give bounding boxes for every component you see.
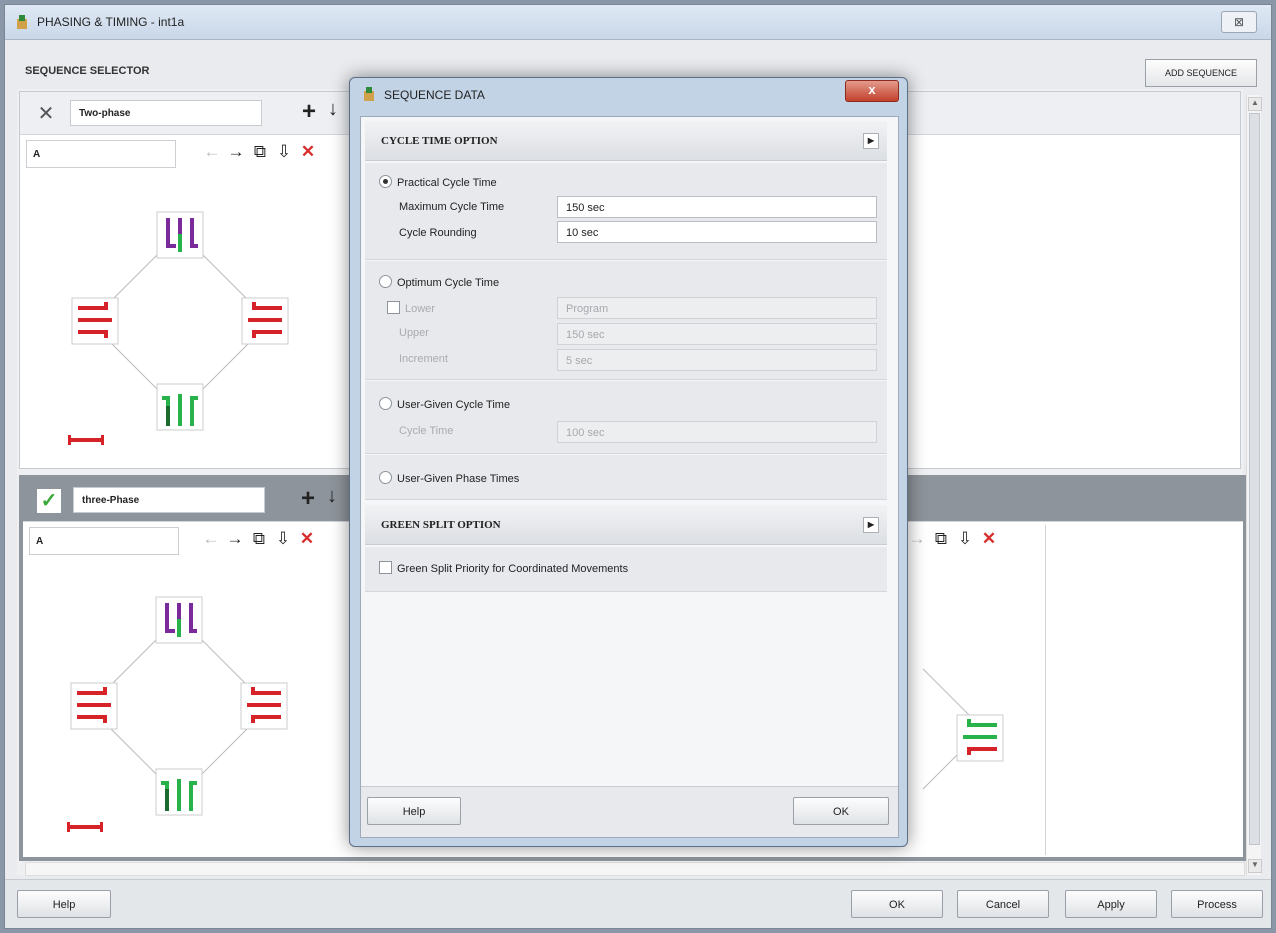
practical-cycle-option[interactable]: Practical Cycle Time: [379, 175, 497, 189]
ok-button[interactable]: OK: [851, 890, 943, 918]
user-given-phase-radio[interactable]: [379, 471, 392, 484]
user-given-cycle-radio[interactable]: [379, 397, 392, 410]
user-given-phase-group: User-Given Phase Times: [365, 455, 887, 500]
increment-input: 5 sec: [557, 349, 877, 371]
optimum-cycle-option[interactable]: Optimum Cycle Time: [379, 275, 499, 289]
optimum-cycle-label: Optimum Cycle Time: [397, 277, 500, 289]
expand-arrow-icon[interactable]: ▶: [863, 517, 879, 533]
cycle-time-label: Cycle Time: [399, 425, 454, 437]
add-phase-icon[interactable]: +: [301, 485, 315, 513]
green-split-priority-label: Green Split Priority for Coordinated Mov…: [397, 563, 629, 575]
increment-label: Increment: [399, 353, 448, 365]
add-sequence-button[interactable]: ADD SEQUENCE: [1145, 59, 1257, 87]
process-button[interactable]: Process: [1171, 890, 1263, 918]
delete-icon[interactable]: ✕: [295, 529, 319, 549]
optimum-cycle-radio[interactable]: [379, 275, 392, 288]
phase-toolbar: ← → ⧉ ⇩ ✕: [199, 529, 319, 549]
green-split-group: Green Split Priority for Coordinated Mov…: [365, 547, 887, 592]
practical-cycle-radio[interactable]: [379, 175, 392, 188]
cycle-time-input: 100 sec: [557, 421, 877, 443]
expand-arrow-icon[interactable]: ▶: [863, 133, 879, 149]
copy-icon[interactable]: ⧉: [248, 142, 272, 162]
dialog-close-button[interactable]: x: [845, 80, 899, 102]
move-down-icon[interactable]: ↓: [327, 485, 337, 508]
app-icon: [364, 87, 374, 101]
scroll-down-icon[interactable]: ▼: [1248, 859, 1262, 873]
add-phase-icon[interactable]: +: [302, 98, 316, 126]
sequence-name-input[interactable]: three-Phase: [73, 487, 265, 513]
cancel-button[interactable]: Cancel: [957, 890, 1049, 918]
max-cycle-label: Maximum Cycle Time: [399, 201, 505, 213]
practical-cycle-label: Practical Cycle Time: [397, 177, 497, 189]
upper-label: Upper: [399, 327, 429, 339]
check-icon[interactable]: ✓: [37, 489, 61, 513]
user-given-cycle-label: User-Given Cycle Time: [397, 399, 511, 411]
title-bar: PHASING & TIMING - int1a ⊠: [5, 5, 1271, 40]
apply-button[interactable]: Apply: [1065, 890, 1157, 918]
green-split-priority-option[interactable]: Green Split Priority for Coordinated Mov…: [379, 561, 628, 575]
dialog-help-button[interactable]: Help: [367, 797, 461, 825]
phase-toolbar-2: → ⧉ ⇩ ✕: [905, 529, 1001, 549]
arrow-right-icon[interactable]: →: [905, 529, 929, 549]
horizontal-scrollbar[interactable]: [25, 862, 1245, 876]
copy-icon[interactable]: ⧉: [929, 529, 953, 549]
cycle-rounding-input[interactable]: 10 sec: [557, 221, 877, 243]
dialog-body: CYCLE TIME OPTION ▶ Practical Cycle Time…: [360, 116, 899, 838]
optimum-cycle-group: Optimum Cycle Time Lower Program Upper 1…: [365, 261, 887, 380]
max-cycle-input[interactable]: 150 sec: [557, 196, 877, 218]
scroll-thumb[interactable]: [1249, 113, 1260, 845]
sequence-selector-header: SEQUENCE SELECTOR: [25, 65, 150, 77]
dialog-title-bar: SEQUENCE DATA x: [350, 78, 907, 110]
junction-diagram-partial[interactable]: [913, 659, 1033, 819]
green-split-section-header[interactable]: GREEN SPLIT OPTION ▶: [365, 505, 887, 545]
window-close-button[interactable]: ⊠: [1221, 11, 1257, 33]
user-given-phase-label: User-Given Phase Times: [397, 473, 520, 485]
cycle-time-section-header[interactable]: CYCLE TIME OPTION ▶: [365, 121, 887, 161]
copy-icon[interactable]: ⧉: [247, 529, 271, 549]
lower-label: Lower: [405, 303, 435, 315]
practical-cycle-group: Practical Cycle Time Maximum Cycle Time …: [365, 163, 887, 260]
delete-icon[interactable]: ✕: [977, 529, 1001, 549]
arrow-right-icon[interactable]: →: [223, 529, 247, 549]
user-given-cycle-option[interactable]: User-Given Cycle Time: [379, 397, 510, 411]
dialog-ok-button[interactable]: OK: [793, 797, 889, 825]
dialog-title: SEQUENCE DATA: [384, 88, 485, 102]
help-button[interactable]: Help: [17, 890, 111, 918]
user-given-cycle-group: User-Given Cycle Time Cycle Time 100 sec: [365, 381, 887, 454]
green-split-priority-checkbox[interactable]: [379, 561, 392, 574]
lower-input: Program: [557, 297, 877, 319]
delete-icon[interactable]: ✕: [296, 142, 320, 162]
arrow-left-icon[interactable]: ←: [199, 529, 223, 549]
dialog-footer: Help OK: [361, 786, 898, 837]
phase-label-field[interactable]: A: [26, 140, 176, 168]
phase-label-field[interactable]: A: [29, 527, 179, 555]
paste-icon[interactable]: ⇩: [271, 529, 295, 549]
phase-toolbar: ← → ⧉ ⇩ ✕: [200, 142, 320, 162]
junction-diagram[interactable]: [49, 583, 309, 843]
user-given-phase-option[interactable]: User-Given Phase Times: [379, 471, 519, 485]
lower-checkbox[interactable]: [387, 301, 400, 314]
arrow-right-icon[interactable]: →: [224, 142, 248, 162]
move-down-icon[interactable]: ↓: [328, 98, 338, 121]
upper-input: 150 sec: [557, 323, 877, 345]
bottom-button-bar: Help OK Cancel Apply Process: [5, 879, 1271, 928]
sequence-data-dialog: SEQUENCE DATA x CYCLE TIME OPTION ▶ Prac…: [349, 77, 908, 847]
vertical-scrollbar[interactable]: ▲ ▼: [1246, 95, 1262, 875]
paste-icon[interactable]: ⇩: [272, 142, 296, 162]
phase-divider: [1045, 525, 1046, 855]
x-icon[interactable]: ✕: [34, 102, 58, 126]
scale-bar: [68, 435, 104, 445]
arrow-left-icon[interactable]: ←: [200, 142, 224, 162]
cycle-rounding-label: Cycle Rounding: [399, 227, 477, 239]
app-icon: [17, 15, 27, 29]
scale-bar: [67, 822, 103, 832]
scroll-up-icon[interactable]: ▲: [1248, 97, 1262, 111]
paste-icon[interactable]: ⇩: [953, 529, 977, 549]
window-title: PHASING & TIMING - int1a: [37, 15, 185, 29]
lower-option: Lower: [387, 301, 435, 315]
green-split-section-title: GREEN SPLIT OPTION: [381, 519, 501, 531]
sequence-name-input[interactable]: Two-phase: [70, 100, 262, 126]
cycle-time-section-title: CYCLE TIME OPTION: [381, 135, 498, 147]
junction-diagram[interactable]: [50, 198, 310, 458]
